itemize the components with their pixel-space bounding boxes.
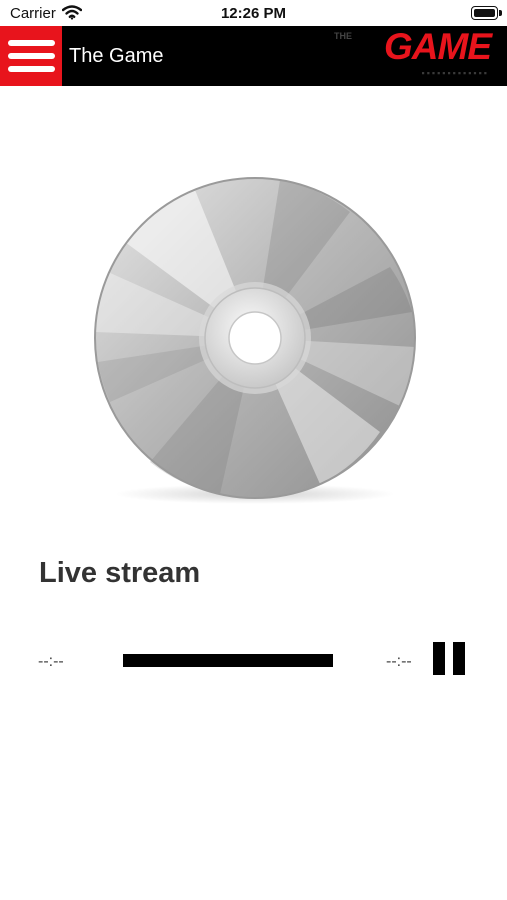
progress-slider[interactable]: [123, 654, 333, 667]
logo-prefix: THE: [334, 31, 352, 41]
logo-stripe: ▪▪▪▪▪▪▪▪▪▪▪▪▪: [421, 68, 489, 78]
status-bar: Carrier 12:26 PM: [0, 0, 507, 26]
nav-title: The Game: [69, 45, 164, 67]
remaining-time: --:--: [386, 653, 412, 670]
compact-disc-icon: [90, 172, 420, 512]
menu-button[interactable]: [0, 26, 62, 86]
battery-icon: [471, 6, 498, 20]
battery-cap: [499, 10, 502, 16]
the-game-logo: THE GAME ▪▪▪▪▪▪▪▪▪▪▪▪▪: [331, 26, 492, 86]
nav-bar: The Game THE GAME ▪▪▪▪▪▪▪▪▪▪▪▪▪: [0, 26, 507, 86]
logo-text: GAME: [384, 26, 492, 67]
status-time: 12:26 PM: [220, 5, 287, 22]
elapsed-time: --:--: [38, 653, 64, 670]
pause-button[interactable]: [433, 642, 466, 675]
stream-title: Live stream: [39, 557, 201, 589]
